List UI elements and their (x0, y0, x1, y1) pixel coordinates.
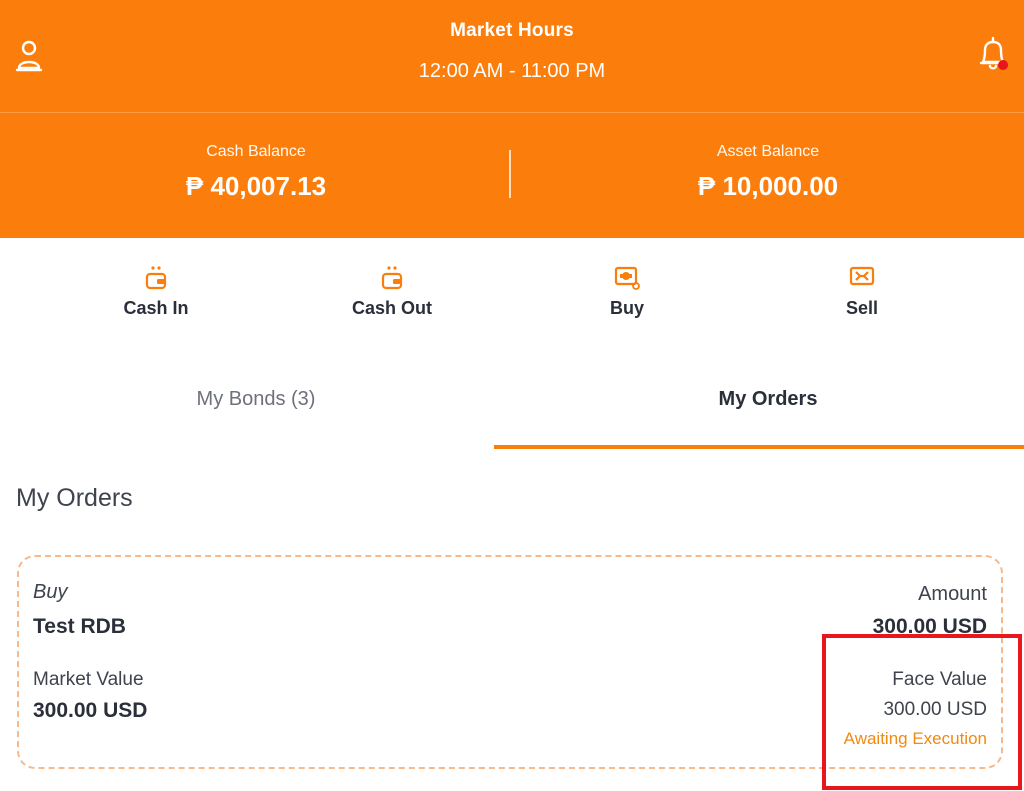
wallet-in-icon (145, 266, 167, 290)
notification-dot (998, 60, 1008, 70)
asset-balance: Asset Balance ₱ 10,000.00 (512, 143, 1024, 202)
face-value-label: Face Value (892, 669, 987, 690)
buy-bond-icon (614, 266, 640, 290)
order-bond-name: Test RDB (33, 615, 126, 638)
tab-my-bonds[interactable]: My Bonds (3) (0, 370, 512, 450)
balance-separator (509, 150, 511, 198)
order-card[interactable]: Buy Test RDB Market Value 300.00 USD Amo… (17, 555, 1003, 769)
top-header: Market Hours 12:00 AM - 11:00 PM Cash Ba… (0, 0, 1024, 238)
cash-balance-label: Cash Balance (206, 143, 306, 160)
sell-button[interactable]: Sell (782, 262, 942, 319)
cash-in-button[interactable]: Cash In (76, 262, 236, 319)
asset-balance-label: Asset Balance (716, 143, 820, 160)
cash-balance-value: ₱ 40,007.13 (185, 171, 327, 201)
cash-out-button[interactable]: Cash Out (312, 262, 472, 319)
tab-bar: My Bonds (3) My Orders (0, 370, 1024, 450)
market-value: 300.00 USD (33, 699, 148, 722)
market-hours-title: Market Hours (450, 20, 574, 41)
cash-out-label: Cash Out (351, 298, 432, 318)
header-divider (0, 112, 1024, 113)
sell-bond-icon (849, 266, 875, 286)
buy-label: Buy (609, 298, 644, 318)
wallet-out-icon (381, 266, 403, 290)
order-status: Awaiting Execution (843, 729, 987, 748)
cash-balance: Cash Balance ₱ 40,007.13 (0, 143, 512, 202)
quick-actions: Cash In Cash Out Buy Sell (0, 238, 1024, 338)
market-value-label: Market Value (33, 669, 144, 690)
cash-in-label: Cash In (123, 298, 189, 318)
order-type: Buy (33, 581, 68, 603)
market-hours-value: 12:00 AM - 11:00 PM (418, 60, 606, 82)
asset-balance-value: ₱ 10,000.00 (697, 171, 839, 201)
buy-button[interactable]: Buy (547, 262, 707, 319)
section-title: My Orders (16, 484, 133, 512)
amount-label: Amount (918, 583, 987, 605)
tab-my-orders[interactable]: My Orders (512, 370, 1024, 450)
active-tab-indicator (494, 445, 1024, 449)
face-value: 300.00 USD (883, 699, 987, 720)
sell-label: Sell (845, 298, 879, 318)
amount-value: 300.00 USD (872, 615, 987, 638)
